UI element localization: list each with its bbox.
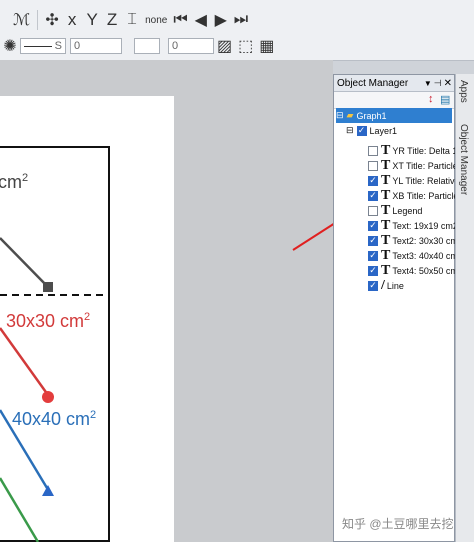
tree-item-checkbox[interactable] — [368, 205, 378, 216]
tree-item-checkbox[interactable]: ✓ — [368, 265, 378, 276]
green-arrow-line — [0, 477, 40, 542]
size-combo[interactable]: 0 — [168, 38, 214, 54]
pattern-icon[interactable]: ▨ — [217, 36, 232, 56]
layer-checkbox[interactable]: ✓ — [356, 125, 367, 136]
red-arrow-line — [0, 327, 50, 396]
last-icon[interactable]: ⏭ — [234, 10, 248, 30]
tree-item-checkbox[interactable]: ✓ — [368, 250, 378, 261]
grid-icon[interactable]: ▦ — [259, 36, 274, 56]
gray-square-marker — [43, 282, 53, 292]
tree-item-checkbox[interactable]: ✓ — [368, 280, 378, 291]
tree-item-layer1[interactable]: ⊟ ✓ Layer1 — [346, 123, 397, 138]
tree-item[interactable]: T Legend — [368, 203, 422, 218]
tree-item-checkbox[interactable]: ✓ — [368, 220, 378, 231]
tree-item[interactable]: ✓ T YL Title: Relative — [368, 173, 460, 188]
tree-item-graph1[interactable]: ⊟ ▰ Graph1 — [336, 108, 452, 123]
close-icon[interactable]: ✕ — [444, 78, 452, 89]
tree-item-label: Legend — [392, 205, 423, 216]
tree-item-checkbox[interactable]: ✓ — [368, 235, 378, 246]
text-object-icon: T — [381, 172, 391, 188]
tree-item[interactable]: ✓ T Text4: 50x50 cm — [368, 263, 458, 278]
object-manager-tab[interactable]: Object Manager — [458, 124, 469, 195]
text-object-icon: T — [381, 217, 391, 233]
object-manager-title-bar: Object Manager ▼ ⊣ ✕ — [334, 75, 454, 92]
collapse-icon[interactable]: ⊟ — [336, 110, 344, 121]
gray-arrow-line — [0, 237, 49, 288]
label-30x30[interactable]: 30x30 cm2 — [6, 311, 90, 332]
tree-item-label: XT Title: Particle — [392, 160, 458, 171]
next-icon[interactable]: ▶ — [214, 10, 228, 30]
blue-triangle-marker — [42, 485, 54, 496]
tree-item-label: XB Title: Particle — [392, 190, 459, 201]
tree-item-label: YR Title: Delta 1 — [392, 145, 458, 156]
tree-item[interactable]: T YR Title: Delta 1 — [368, 143, 457, 158]
tree-item[interactable]: ✓ T Text2: 30x30 cm — [368, 233, 458, 248]
tree-item[interactable]: ✓ / Line — [368, 278, 404, 293]
tree-item[interactable]: ✓ T Text: 19x19 cm2 — [368, 218, 458, 233]
tree-item[interactable]: T XT Title: Particle — [368, 158, 458, 173]
apps-tab[interactable]: Apps — [458, 80, 469, 103]
tree-item-label: Text2: 30x30 cm — [392, 235, 458, 246]
text-object-icon: T — [381, 232, 391, 248]
tree-item[interactable]: ✓ T XB Title: Particle — [368, 188, 458, 203]
pin-icon[interactable]: ⊣ — [434, 78, 442, 89]
tree-item-label: Text: 19x19 cm2 — [392, 220, 458, 231]
tree-item-checkbox[interactable]: ✓ — [368, 190, 378, 201]
text-object-icon: T — [381, 142, 391, 158]
tree-item-checkbox[interactable] — [368, 160, 378, 171]
tree-item-label: Text3: 40x40 cm — [392, 250, 458, 261]
tree-item-label: Line — [386, 280, 404, 291]
text-object-icon: T — [381, 262, 391, 278]
text-object-icon: T — [381, 202, 391, 218]
text-object-icon: T — [381, 157, 391, 173]
tree-item-label: YL Title: Relative — [392, 175, 460, 186]
prev-icon[interactable]: ◀ — [194, 10, 208, 30]
label-top[interactable]: cm2 — [0, 172, 28, 193]
dropdown-icon[interactable]: ▼ — [424, 79, 432, 88]
collapse-icon[interactable]: ⊟ — [346, 125, 354, 136]
graph-drawing — [0, 237, 110, 542]
first-icon[interactable]: ⏮ — [173, 10, 187, 30]
border-icon[interactable]: ⬚ — [238, 36, 253, 56]
text-object-icon: T — [381, 247, 391, 263]
line-icon: / — [381, 277, 385, 293]
object-manager-panel: Object Manager ▼ ⊣ ✕ ↕ ▤ ⊟ ▰ Graph1 ⊟ ✓ … — [333, 74, 460, 542]
label-40x40[interactable]: 40x40 cm2 — [12, 409, 96, 430]
folder-icon: ▰ — [346, 110, 354, 120]
watermark: 知乎 @土豆哪里去挖 — [342, 517, 454, 531]
tree-item-checkbox[interactable]: ✓ — [368, 175, 378, 186]
view-icon[interactable]: ▤ — [440, 93, 450, 106]
red-circle-marker — [42, 391, 54, 403]
tree-item[interactable]: ✓ T Text3: 40x40 cm — [368, 248, 458, 263]
side-tabs: Apps Object Manager — [455, 74, 474, 542]
tree-item-checkbox[interactable] — [368, 145, 378, 156]
text-object-icon: T — [381, 187, 391, 203]
tree-item-label: Text4: 50x50 cm — [392, 265, 458, 276]
object-manager-toolbar: ↕ ▤ — [334, 92, 454, 109]
sort-icon[interactable]: ↕ — [428, 93, 434, 105]
